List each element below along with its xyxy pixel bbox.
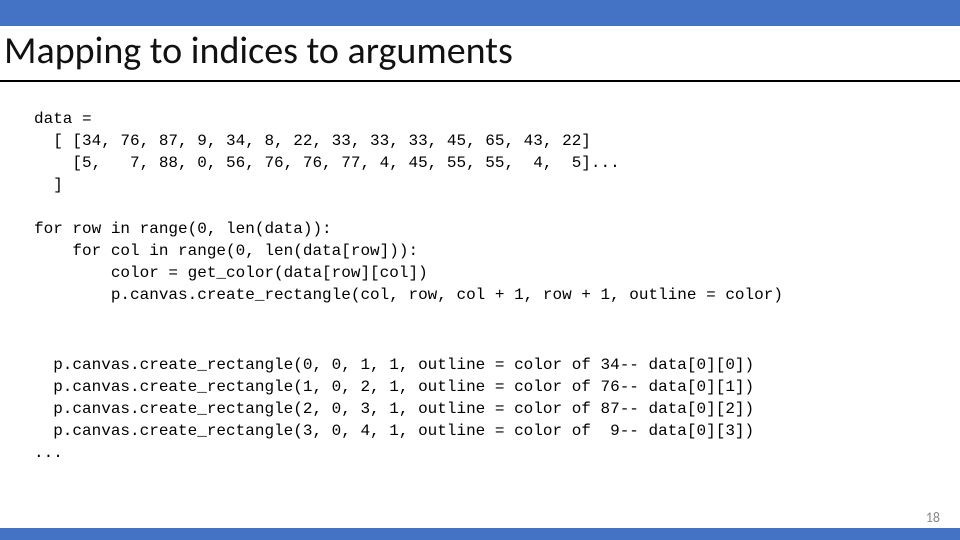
top-accent-bar (0, 0, 960, 26)
slide: Mapping to indices to arguments data = [… (0, 0, 960, 540)
page-number: 18 (926, 509, 940, 526)
bottom-accent-bar (0, 528, 960, 540)
code-data-definition: data = [ [34, 76, 87, 9, 34, 8, 22, 33, … (34, 108, 930, 196)
code-expanded-calls: p.canvas.create_rectangle(0, 0, 1, 1, ou… (34, 354, 930, 464)
slide-title: Mapping to indices to arguments (4, 28, 513, 74)
slide-body: data = [ [34, 76, 87, 9, 34, 8, 22, 33, … (34, 108, 930, 464)
title-underline (0, 80, 960, 82)
code-loop: for row in range(0, len(data)): for col … (34, 218, 930, 306)
